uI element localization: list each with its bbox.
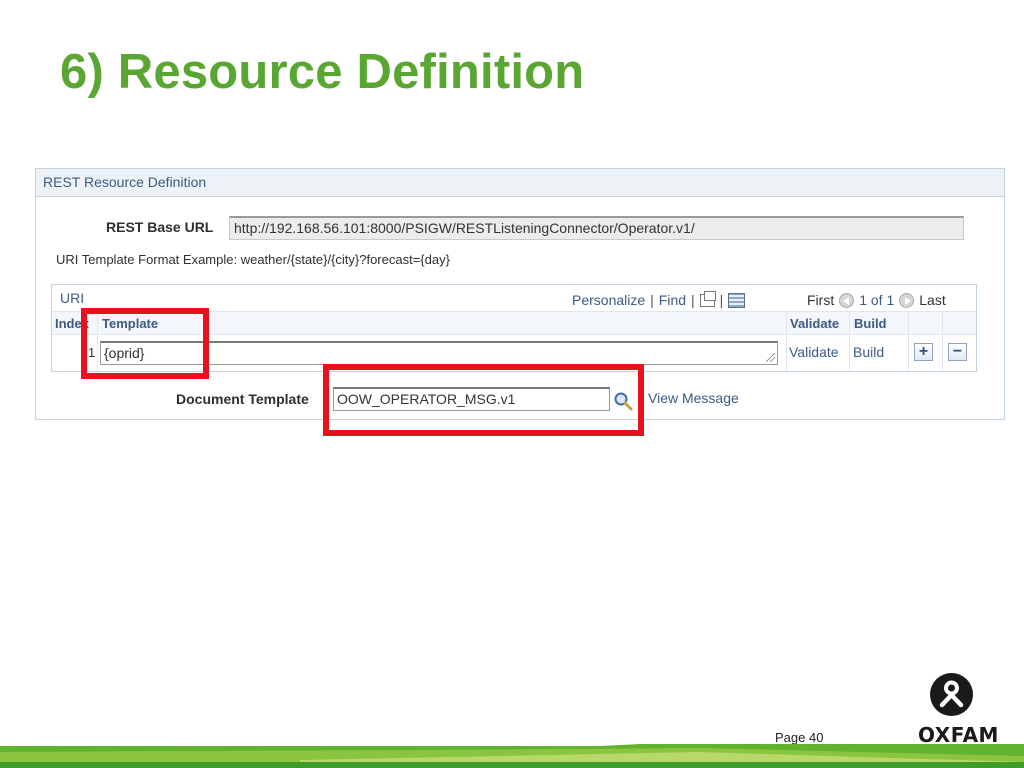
document-template-highlight-box bbox=[323, 364, 644, 436]
rest-base-url-field: http://192.168.56.101:8000/PSIGW/RESTLis… bbox=[229, 216, 964, 240]
column-divider bbox=[908, 311, 909, 371]
panel-header: REST Resource Definition bbox=[36, 169, 1004, 197]
nav-last-link[interactable]: Last bbox=[919, 292, 945, 308]
footer-green-band bbox=[0, 744, 1024, 768]
column-header-validate: Validate bbox=[790, 316, 840, 331]
column-divider bbox=[786, 311, 787, 371]
document-template-label: Document Template bbox=[176, 391, 309, 407]
oxfam-logo: OXFAM bbox=[918, 673, 998, 748]
delete-row-button[interactable]: − bbox=[948, 343, 967, 361]
grid-navigation: First 1 of 1 Last bbox=[807, 292, 946, 308]
toolbar-separator: | bbox=[650, 292, 654, 308]
uri-template-example: URI Template Format Example: weather/{st… bbox=[56, 252, 450, 267]
template-highlight-box bbox=[81, 308, 209, 379]
personalize-link[interactable]: Personalize bbox=[572, 292, 645, 308]
grid-toolbar: Personalize | Find | | bbox=[572, 290, 746, 308]
oxfam-figure-icon bbox=[939, 680, 964, 708]
toolbar-separator: | bbox=[691, 292, 695, 308]
view-message-link[interactable]: View Message bbox=[648, 390, 739, 406]
uri-grid-title: URI bbox=[60, 290, 85, 306]
next-row-icon[interactable] bbox=[899, 292, 915, 308]
new-window-icon[interactable] bbox=[699, 290, 716, 307]
rest-base-url-label: REST Base URL bbox=[106, 219, 214, 235]
validate-link[interactable]: Validate bbox=[789, 344, 839, 360]
find-link[interactable]: Find bbox=[659, 292, 686, 308]
nav-first-link[interactable]: First bbox=[807, 292, 834, 308]
row-count: 1 of 1 bbox=[859, 292, 895, 308]
column-divider bbox=[849, 311, 850, 371]
slide-title: 6) Resource Definition bbox=[60, 45, 585, 99]
previous-row-icon[interactable] bbox=[839, 292, 855, 308]
add-row-button[interactable]: + bbox=[914, 343, 933, 361]
column-divider bbox=[942, 311, 943, 371]
resize-handle-icon[interactable] bbox=[766, 353, 775, 362]
build-link[interactable]: Build bbox=[853, 344, 884, 360]
column-header-build: Build bbox=[854, 316, 887, 331]
toolbar-separator: | bbox=[719, 292, 724, 308]
spreadsheet-download-icon[interactable] bbox=[728, 292, 746, 308]
oxfam-logo-icon bbox=[930, 673, 973, 716]
